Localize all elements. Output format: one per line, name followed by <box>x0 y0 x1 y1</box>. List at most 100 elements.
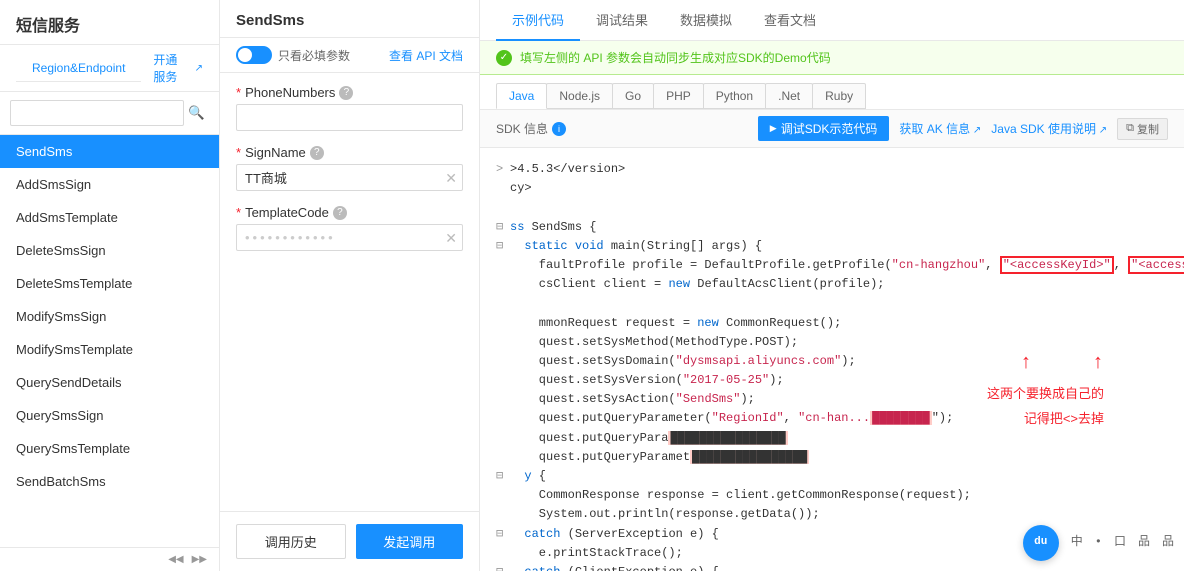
tab-example-code[interactable]: 示例代码 <box>496 0 580 41</box>
template-code-input-wrap: ✕ <box>236 224 463 251</box>
template-code-clear-button[interactable]: ✕ <box>445 231 457 245</box>
tab-debug-result[interactable]: 调试结果 <box>580 0 664 41</box>
fold-icon-catch1[interactable]: ⊟ <box>496 525 510 544</box>
lang-tab-ruby[interactable]: Ruby <box>812 83 866 109</box>
form-section: * PhoneNumbers ? * SignName ? ✕ * <box>220 73 479 511</box>
sidebar-item-addsmstemplate[interactable]: AddSmsTemplate <box>0 201 219 234</box>
sidebar-item-addsmssign[interactable]: AddSmsSign <box>0 168 219 201</box>
copy-code-button[interactable]: ⧉ 复制 <box>1117 118 1168 140</box>
float-action-person[interactable]: 品 <box>1138 533 1150 552</box>
code-line-client: csClient client = new DefaultAcsClient(p… <box>496 275 1168 294</box>
required-only-toggle[interactable] <box>236 46 272 64</box>
template-code-input[interactable] <box>236 224 463 251</box>
sidebar-search-input[interactable] <box>10 100 184 126</box>
copy-icon: ⧉ <box>1126 122 1134 135</box>
code-line-req1: mmonRequest request = new CommonRequest(… <box>496 314 1168 333</box>
sidebar-next-arrow[interactable]: ▶▶ <box>188 552 211 567</box>
code-line-3 <box>496 198 1168 217</box>
lang-tab-nodejs[interactable]: Node.js <box>546 83 613 109</box>
code-line-try: ⊟ y { <box>496 467 1168 486</box>
fold-icon-main[interactable]: ⊟ <box>496 237 510 256</box>
code-text-req5: quest.setSysAction("SendSms"); <box>510 390 755 409</box>
java-sdk-doc-link[interactable]: Java SDK 使用说明 <box>991 120 1107 137</box>
region-endpoint-link[interactable]: Region&Endpoint <box>16 55 141 82</box>
float-action-dot: • <box>1095 533 1102 552</box>
middle-title: SendSms <box>220 0 479 38</box>
float-action-chinese[interactable]: 中 <box>1071 533 1083 552</box>
template-code-field: * TemplateCode ? ✕ <box>236 205 463 251</box>
code-text-resp1: CommonResponse response = client.getComm… <box>510 486 971 505</box>
api-doc-link[interactable]: 查看 API 文档 <box>389 47 463 64</box>
float-action-square[interactable]: 口 <box>1114 533 1126 552</box>
annotation-text-line1: 这两个要换成自己的 <box>987 384 1104 405</box>
sidebar-search-bar: 🔍 <box>0 92 219 135</box>
code-text-catch2: catch (ClientException e) { <box>510 563 719 571</box>
sign-name-input[interactable] <box>236 164 463 191</box>
lang-tabs: Java Node.js Go PHP Python .Net Ruby <box>480 75 1184 110</box>
code-text-catch1: catch (ServerException e) { <box>510 525 719 544</box>
code-text-req7: quest.putQueryPara████████████████ <box>510 429 788 448</box>
phone-numbers-field: * PhoneNumbers ? <box>236 85 463 131</box>
search-icon: 🔍 <box>188 105 205 120</box>
sign-name-label: * SignName ? <box>236 145 463 160</box>
toggle-label: 只看必填参数 <box>278 47 350 64</box>
tab-view-doc[interactable]: 查看文档 <box>748 0 832 41</box>
template-code-help-icon[interactable]: ? <box>333 206 347 220</box>
open-service-link[interactable]: 开通服务 <box>153 51 188 85</box>
sidebar-item-querysenddetails[interactable]: QuerySendDetails <box>0 366 219 399</box>
right-tabs-bar: 示例代码 调试结果 数据模拟 查看文档 <box>480 0 1184 41</box>
get-ak-link[interactable]: 获取 AK 信息 <box>899 120 981 137</box>
sign-name-input-wrap: ✕ <box>236 164 463 191</box>
lang-tab-net[interactable]: .Net <box>765 83 813 109</box>
sdk-info-icon[interactable]: i <box>552 122 566 136</box>
code-text-2: cy> <box>510 179 532 198</box>
lang-tab-python[interactable]: Python <box>703 83 766 109</box>
fold-icon-ss[interactable]: ⊟ <box>496 218 510 237</box>
check-circle-icon: ✓ <box>496 50 512 66</box>
code-text-try: y { <box>510 467 546 486</box>
code-text-req6: quest.putQueryParameter("RegionId", "cn-… <box>510 409 953 428</box>
test-sdk-button[interactable]: 调试SDK示范代码 <box>758 116 890 141</box>
sidebar-item-sendsms[interactable]: SendSms <box>0 135 219 168</box>
sdk-info-right: 调试SDK示范代码 获取 AK 信息 Java SDK 使用说明 ⧉ 复制 <box>758 116 1168 141</box>
lang-tab-java[interactable]: Java <box>496 83 547 109</box>
sidebar-item-querysmssign[interactable]: QuerySmsSign <box>0 399 219 432</box>
fold-icon-catch2[interactable]: ⊟ <box>496 563 510 571</box>
code-text-req3: quest.setSysDomain("dysmsapi.aliyuncs.co… <box>510 352 856 371</box>
info-banner-text: 填写左侧的 API 参数会自动同步生成对应SDK的Demo代码 <box>520 49 831 66</box>
open-service-icon: ↗ <box>195 63 203 74</box>
phone-numbers-input-wrap <box>236 104 463 131</box>
tab-data-mock[interactable]: 数据模拟 <box>664 0 748 41</box>
code-line-main: ⊟ static void main(String[] args) { <box>496 237 1168 256</box>
fold-icon-1[interactable]: > <box>496 160 510 179</box>
sidebar-item-querysmstemplate[interactable]: QuerySmsTemplate <box>0 432 219 465</box>
sidebar-item-deletesmstemplate[interactable]: DeleteSmsTemplate <box>0 267 219 300</box>
sign-name-help-icon[interactable]: ? <box>310 146 324 160</box>
history-button[interactable]: 调用历史 <box>236 524 346 559</box>
sidebar-item-modifysmssign[interactable]: ModifySmsSign <box>0 300 219 333</box>
sign-name-clear-button[interactable]: ✕ <box>445 171 457 185</box>
phone-numbers-input[interactable] <box>236 104 463 131</box>
bottom-actions: 调用历史 发起调用 <box>220 511 479 571</box>
phone-numbers-label-text: PhoneNumbers <box>245 85 335 100</box>
float-du-button[interactable]: du <box>1023 525 1059 561</box>
lang-tab-php[interactable]: PHP <box>653 83 704 109</box>
sidebar-item-modifysmstemplate[interactable]: ModifySmsTemplate <box>0 333 219 366</box>
fold-icon-try[interactable]: ⊟ <box>496 467 510 486</box>
code-area: > >4.5.3</version> cy> ⊟ ss SendSms { ⊟ … <box>480 148 1184 571</box>
sidebar-search-button[interactable]: 🔍 <box>184 105 209 121</box>
fold-icon-2[interactable] <box>496 179 510 198</box>
sidebar-item-sendbatchsms[interactable]: SendBatchSms <box>0 465 219 498</box>
arrow-up-left: ↑ <box>1020 348 1032 380</box>
code-line-blank <box>496 294 1168 313</box>
code-line-catch2: ⊟ catch (ClientException e) { <box>496 563 1168 571</box>
phone-numbers-help-icon[interactable]: ? <box>339 86 353 100</box>
sidebar-prev-arrow[interactable]: ◀◀ <box>164 552 187 567</box>
code-text-req4: quest.setSysVersion("2017-05-25"); <box>510 371 784 390</box>
invoke-button[interactable]: 发起调用 <box>356 524 464 559</box>
float-action-person2[interactable]: 品 <box>1162 533 1174 552</box>
sidebar-item-deletesmssign[interactable]: DeleteSmsSign <box>0 234 219 267</box>
toggle-wrap: 只看必填参数 <box>236 46 350 64</box>
template-code-label: * TemplateCode ? <box>236 205 463 220</box>
lang-tab-go[interactable]: Go <box>612 83 654 109</box>
